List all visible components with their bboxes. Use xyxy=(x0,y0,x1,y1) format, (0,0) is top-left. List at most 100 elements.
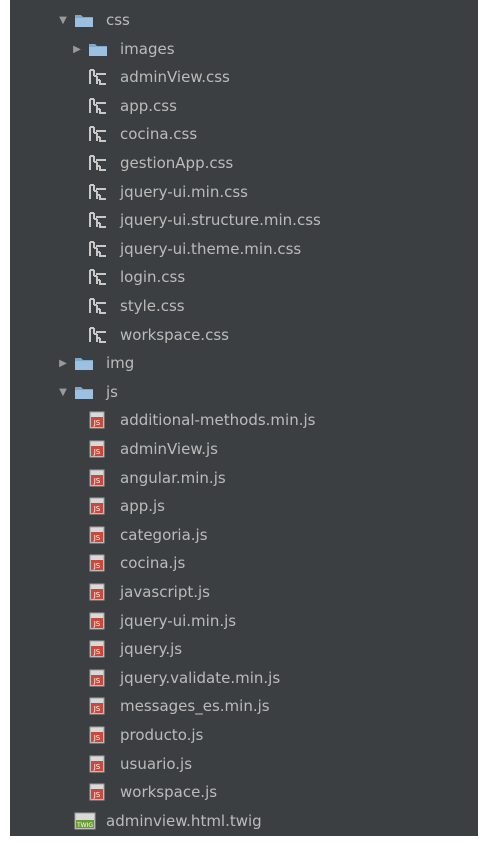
file-item-js[interactable]: JS app.js xyxy=(10,492,478,520)
file-item-js[interactable]: JS jquery-ui.min.js xyxy=(10,607,478,635)
file-item-css[interactable]: workspace.css xyxy=(10,321,478,349)
js-file-icon: JS xyxy=(88,692,110,720)
file-item-js-label: producto.js xyxy=(120,726,204,744)
folder-js-label: js xyxy=(106,383,118,401)
js-file-icon: JS xyxy=(88,607,110,635)
css-file-icon xyxy=(88,92,110,120)
css-file-icon xyxy=(88,63,110,91)
svg-text:JS: JS xyxy=(93,620,101,628)
svg-text:JS: JS xyxy=(93,705,101,713)
svg-text:JS: JS xyxy=(93,791,101,799)
file-item-css-label: jquery-ui.min.css xyxy=(120,183,248,201)
file-item-css-label: jquery-ui.theme.min.css xyxy=(120,240,302,258)
folder-css-label: css xyxy=(106,11,130,29)
folder-icon xyxy=(74,378,96,406)
chevron-down-icon[interactable]: ▼ xyxy=(58,378,68,406)
js-file-icon: JS xyxy=(88,406,110,434)
folder-icon xyxy=(88,35,110,63)
file-item-css-label: app.css xyxy=(120,97,177,115)
file-item-js-label: usuario.js xyxy=(120,755,193,773)
chevron-down-icon[interactable]: ▼ xyxy=(58,6,68,34)
folder-css[interactable]: ▼ css xyxy=(10,6,478,34)
file-item-js-label: messages_es.min.js xyxy=(120,697,270,715)
svg-text:JS: JS xyxy=(93,677,101,685)
file-item-css[interactable]: app.css xyxy=(10,92,478,120)
svg-text:JS: JS xyxy=(93,562,101,570)
css-file-icon xyxy=(88,321,110,349)
svg-text:JS: JS xyxy=(93,534,101,542)
file-item-css[interactable]: jquery-ui.theme.min.css xyxy=(10,235,478,263)
file-item-js-label: categoria.js xyxy=(120,526,208,544)
js-file-icon: JS xyxy=(88,549,110,577)
js-file-icon: JS xyxy=(88,464,110,492)
file-item-js[interactable]: JS workspace.js xyxy=(10,778,478,806)
project-tree-panel: ▼ css ▶ images adminView.css app.css coci… xyxy=(10,0,478,836)
js-file-icon: JS xyxy=(88,778,110,806)
file-item-js-label: additional-methods.min.js xyxy=(120,411,316,429)
js-file-icon: JS xyxy=(88,578,110,606)
file-item-css[interactable]: gestionApp.css xyxy=(10,149,478,177)
css-file-icon xyxy=(88,263,110,291)
file-item-css[interactable]: cocina.css xyxy=(10,120,478,148)
folder-images[interactable]: ▶ images xyxy=(10,35,478,63)
chevron-right-icon[interactable]: ▶ xyxy=(72,35,82,63)
svg-text:JS: JS xyxy=(93,763,101,771)
file-item-twig[interactable]: TWIG adminview.html.twig xyxy=(10,807,478,835)
file-item-js-label: cocina.js xyxy=(120,554,186,572)
file-item-css[interactable]: login.css xyxy=(10,263,478,291)
file-item-js-label: angular.min.js xyxy=(120,469,226,487)
js-file-icon: JS xyxy=(88,750,110,778)
svg-text:JS: JS xyxy=(93,734,101,742)
svg-text:JS: JS xyxy=(93,477,101,485)
file-item-js[interactable]: JS additional-methods.min.js xyxy=(10,406,478,434)
twig-file-icon: TWIG xyxy=(74,807,96,835)
file-item-css[interactable]: style.css xyxy=(10,292,478,320)
svg-text:JS: JS xyxy=(93,648,101,656)
file-item-js[interactable]: JS producto.js xyxy=(10,721,478,749)
file-item-js-label: app.js xyxy=(120,497,165,515)
file-item-js-label: adminView.js xyxy=(120,440,218,458)
file-item-js-label: jquery-ui.min.js xyxy=(120,612,237,630)
file-item-css-label: cocina.css xyxy=(120,125,198,143)
js-file-icon: JS xyxy=(88,435,110,463)
file-item-js[interactable]: JS adminView.js xyxy=(10,435,478,463)
file-item-js-label: workspace.js xyxy=(120,783,218,801)
file-item-css-label: style.css xyxy=(120,297,185,315)
file-item-js[interactable]: JS usuario.js xyxy=(10,750,478,778)
file-item-js[interactable]: JS categoria.js xyxy=(10,521,478,549)
file-item-css[interactable]: adminView.css xyxy=(10,63,478,91)
file-item-js[interactable]: JS jquery.validate.min.js xyxy=(10,664,478,692)
css-file-icon xyxy=(88,206,110,234)
folder-icon xyxy=(74,349,96,377)
css-file-icon xyxy=(88,292,110,320)
file-item-js[interactable]: JS jquery.js xyxy=(10,635,478,663)
js-file-icon: JS xyxy=(88,721,110,749)
file-item-css[interactable]: jquery-ui.structure.min.css xyxy=(10,206,478,234)
file-item-css[interactable]: jquery-ui.min.css xyxy=(10,178,478,206)
file-item-twig-label: adminview.html.twig xyxy=(106,812,262,830)
css-file-icon xyxy=(88,235,110,263)
file-item-js-label: jquery.js xyxy=(120,640,183,658)
js-file-icon: JS xyxy=(88,664,110,692)
file-item-js[interactable]: JS angular.min.js xyxy=(10,464,478,492)
css-file-icon xyxy=(88,149,110,177)
file-item-js[interactable]: JS javascript.js xyxy=(10,578,478,606)
folder-js[interactable]: ▼ js xyxy=(10,378,478,406)
file-item-js[interactable]: JS cocina.js xyxy=(10,549,478,577)
svg-text:JS: JS xyxy=(93,419,101,427)
svg-text:JS: JS xyxy=(93,448,101,456)
js-file-icon: JS xyxy=(88,635,110,663)
svg-text:JS: JS xyxy=(93,505,101,513)
file-item-js-label: jquery.validate.min.js xyxy=(120,669,281,687)
file-item-css-label: gestionApp.css xyxy=(120,154,234,172)
css-file-icon xyxy=(88,178,110,206)
file-item-css-label: jquery-ui.structure.min.css xyxy=(120,211,321,229)
file-item-js[interactable]: JS messages_es.min.js xyxy=(10,692,478,720)
file-item-css-label: login.css xyxy=(120,268,186,286)
folder-img[interactable]: ▶ img xyxy=(10,349,478,377)
file-item-css-label: workspace.css xyxy=(120,326,229,344)
css-file-icon xyxy=(88,120,110,148)
file-item-css-label: adminView.css xyxy=(120,68,230,86)
folder-img-label: img xyxy=(106,354,135,372)
chevron-right-icon[interactable]: ▶ xyxy=(58,349,68,377)
